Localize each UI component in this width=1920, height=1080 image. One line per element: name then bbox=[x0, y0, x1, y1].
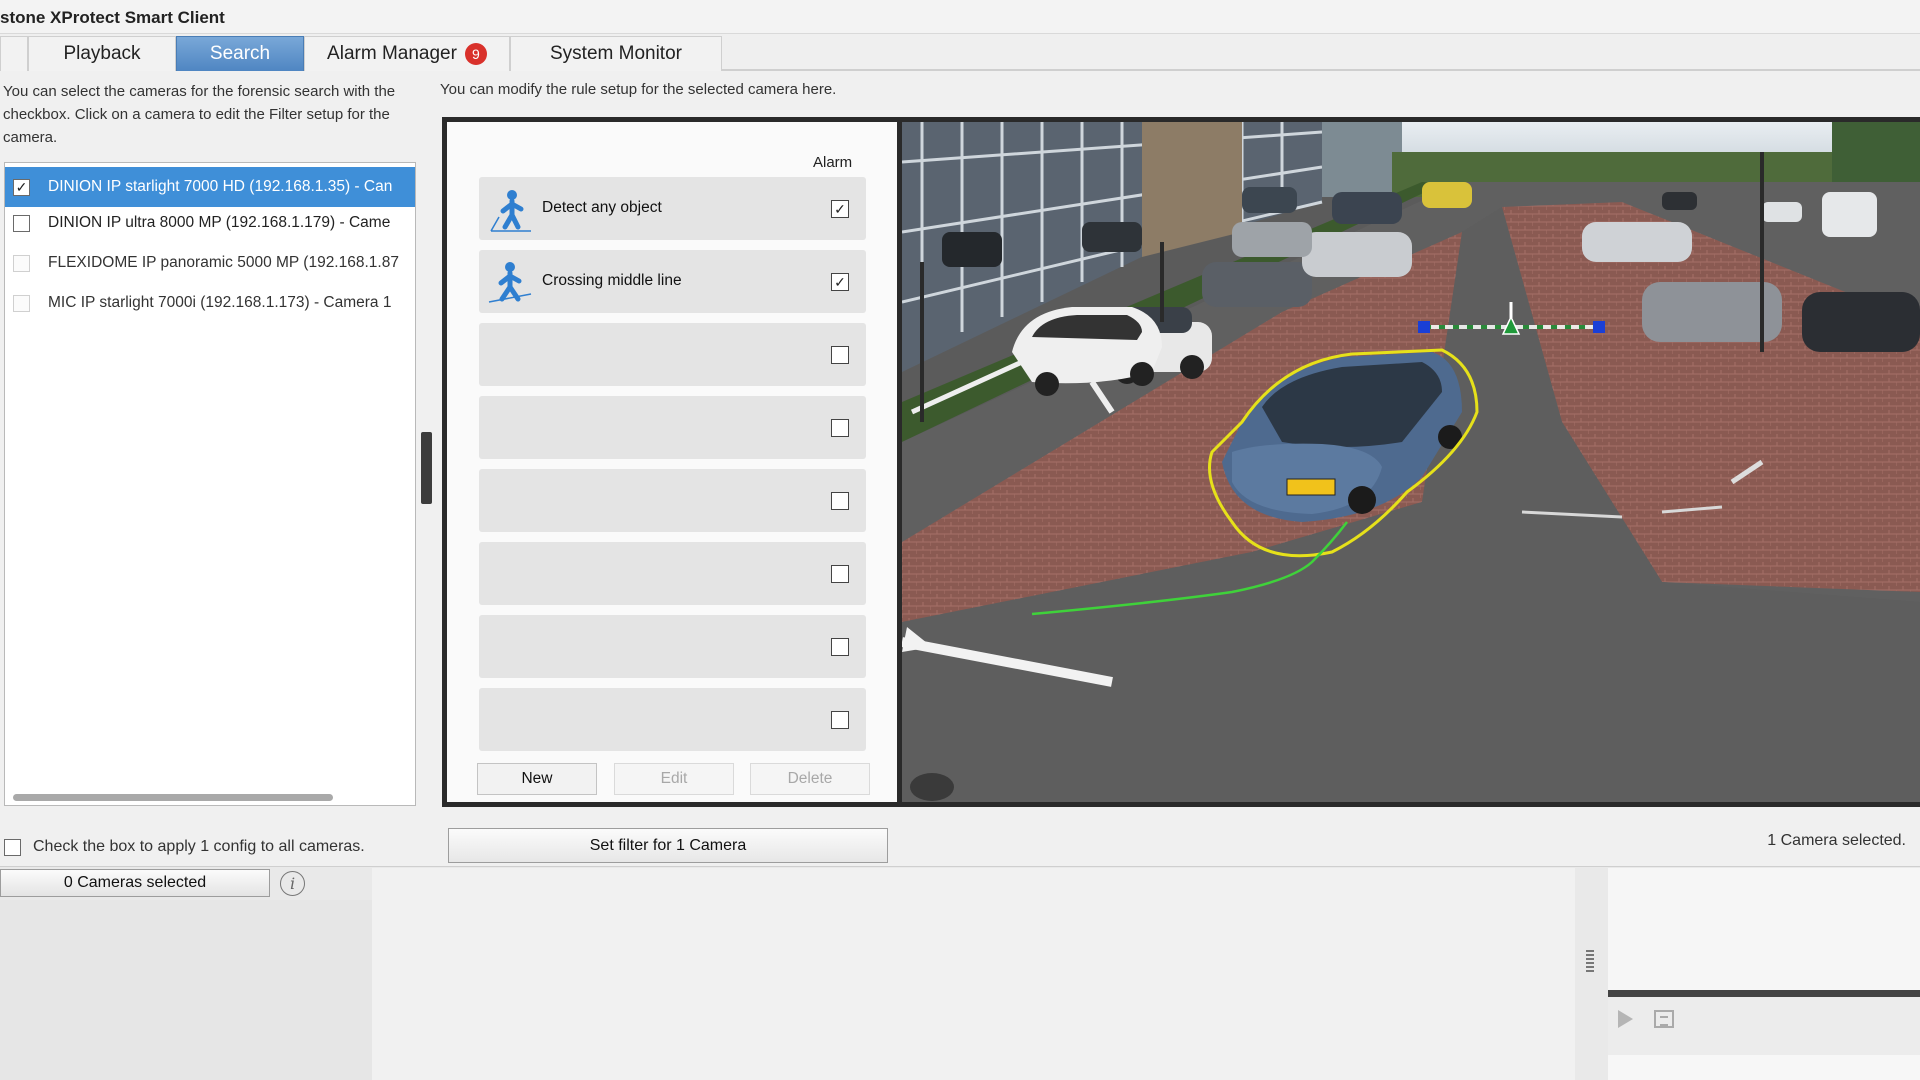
alarm-count-badge: 9 bbox=[464, 43, 487, 65]
info-icon[interactable]: i bbox=[280, 871, 305, 896]
person-crossing-icon bbox=[488, 262, 532, 303]
delete-rule-button[interactable]: Delete bbox=[750, 763, 870, 795]
tab-alarm-manager-label: Alarm Manager bbox=[327, 43, 457, 64]
new-rule-button[interactable]: New bbox=[477, 763, 597, 795]
camera-label: MIC IP starlight 7000i (192.168.1.173) -… bbox=[48, 294, 392, 311]
tab-search[interactable]: Search bbox=[176, 36, 304, 71]
rule-alarm-checkbox[interactable] bbox=[831, 565, 849, 583]
camera-checkbox[interactable]: ✓ bbox=[13, 178, 30, 196]
rule-setup-panel: Alarm Detect any object ✓ Crossing middl… bbox=[442, 117, 902, 807]
rule-alarm-checkbox[interactable] bbox=[831, 711, 849, 729]
rule-alarm-checkbox[interactable] bbox=[831, 638, 849, 656]
camera-checkbox[interactable] bbox=[13, 254, 30, 272]
set-filter-button[interactable]: Set filter for 1 Camera bbox=[448, 828, 888, 863]
tab-playback[interactable]: Playback bbox=[28, 36, 176, 71]
rule-alarm-checkbox[interactable]: ✓ bbox=[831, 273, 849, 291]
apply-all-checkbox[interactable] bbox=[4, 838, 21, 856]
rule-row-crossing-middle-line[interactable]: Crossing middle line ✓ bbox=[479, 250, 866, 313]
camera-checkbox[interactable] bbox=[13, 214, 30, 232]
bottom-strip bbox=[1608, 1055, 1920, 1080]
apply-all-label: Check the box to apply 1 config to all c… bbox=[33, 838, 365, 855]
rule-label: Detect any object bbox=[542, 199, 662, 216]
export-icon[interactable] bbox=[1654, 1010, 1674, 1028]
rule-row-empty[interactable] bbox=[479, 396, 866, 459]
rule-row-empty[interactable] bbox=[479, 542, 866, 605]
rule-list: Alarm Detect any object ✓ Crossing middl… bbox=[447, 122, 897, 802]
camera-list-item[interactable]: DINION IP ultra 8000 MP (192.168.1.179) … bbox=[5, 203, 415, 243]
rule-setup-hint: You can modify the rule setup for the se… bbox=[440, 81, 837, 98]
edit-rule-button[interactable]: Edit bbox=[614, 763, 734, 795]
main-tab-bar: Playback Search Alarm Manager 9 System Mo… bbox=[0, 34, 1920, 71]
tab-search-label: Search bbox=[209, 43, 271, 64]
rule-label: Crossing middle line bbox=[542, 272, 682, 289]
camera-list-hscrollbar[interactable] bbox=[13, 794, 333, 801]
apply-all-cameras[interactable]: Check the box to apply 1 config to all c… bbox=[4, 838, 365, 856]
cameras-selected-button[interactable]: 0 Cameras selected bbox=[0, 869, 270, 897]
rule-alarm-checkbox[interactable] bbox=[831, 346, 849, 364]
panel-splitter-handle[interactable] bbox=[421, 432, 432, 504]
camera-checkbox[interactable] bbox=[13, 294, 30, 312]
rule-row-empty[interactable] bbox=[479, 323, 866, 386]
camera-label: FLEXIDOME IP panoramic 5000 MP (192.168.… bbox=[48, 254, 399, 271]
resize-grip-icon[interactable] bbox=[1586, 950, 1594, 972]
window-title: stone XProtect Smart Client bbox=[0, 8, 225, 27]
camera-selected-status: 1 Camera selected. bbox=[1767, 832, 1906, 849]
camera-list-item[interactable]: MIC IP starlight 7000i (192.168.1.173) -… bbox=[5, 283, 415, 323]
title-bar: stone XProtect Smart Client bbox=[0, 0, 1920, 34]
tab-system-monitor-label: System Monitor bbox=[550, 43, 682, 64]
camera-list: ✓ DINION IP starlight 7000 HD (192.168.1… bbox=[4, 162, 416, 806]
camera-label: DINION IP ultra 8000 MP (192.168.1.179) … bbox=[48, 214, 391, 231]
rule-row-empty[interactable] bbox=[479, 688, 866, 751]
camera-list-item[interactable]: ✓ DINION IP starlight 7000 HD (192.168.1… bbox=[5, 167, 415, 207]
play-icon[interactable] bbox=[1618, 1010, 1633, 1028]
rule-alarm-checkbox[interactable] bbox=[831, 419, 849, 437]
tab-playback-label: Playback bbox=[63, 43, 141, 64]
camera-frame bbox=[902, 122, 1920, 802]
tab-overflow[interactable] bbox=[0, 36, 28, 71]
person-detect-icon bbox=[490, 190, 531, 232]
camera-list-item[interactable]: FLEXIDOME IP panoramic 5000 MP (192.168.… bbox=[5, 243, 415, 283]
alarm-column-header: Alarm bbox=[813, 154, 853, 171]
timeline-bar[interactable] bbox=[1608, 990, 1920, 997]
rule-row-empty[interactable] bbox=[479, 469, 866, 532]
preview-area bbox=[1608, 868, 1920, 990]
camera-label: DINION IP starlight 7000 HD (192.168.1.3… bbox=[48, 178, 393, 195]
tab-alarm-manager[interactable]: Alarm Manager 9 bbox=[304, 36, 510, 71]
camera-video-view[interactable] bbox=[902, 117, 1920, 807]
rule-alarm-checkbox[interactable]: ✓ bbox=[831, 200, 849, 218]
results-area bbox=[372, 868, 1575, 1080]
rule-row-empty[interactable] bbox=[479, 615, 866, 678]
tab-system-monitor[interactable]: System Monitor bbox=[510, 36, 722, 71]
camera-selection-hint: You can select the cameras for the foren… bbox=[3, 83, 396, 146]
results-left-pane bbox=[0, 900, 372, 1080]
rule-alarm-checkbox[interactable] bbox=[831, 492, 849, 510]
rule-row-detect-any-object[interactable]: Detect any object ✓ bbox=[479, 177, 866, 240]
